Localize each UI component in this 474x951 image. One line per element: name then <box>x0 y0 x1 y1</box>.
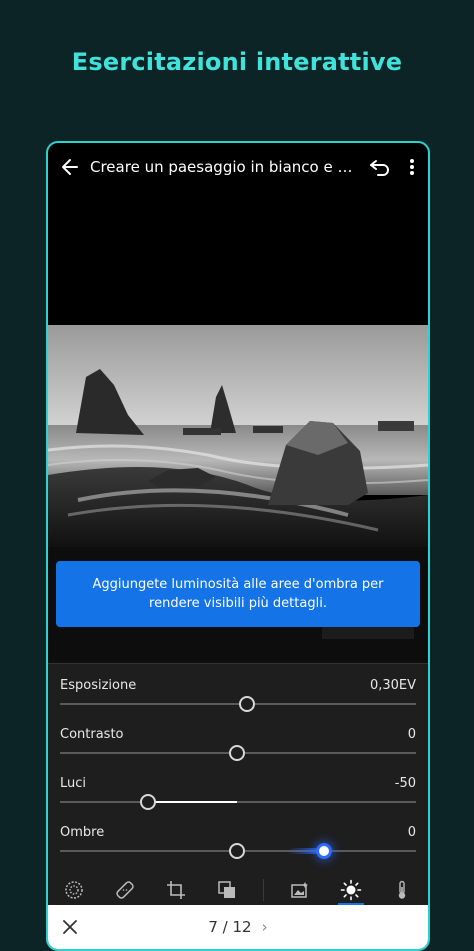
edit-toolbar <box>48 875 428 905</box>
undo-button[interactable] <box>364 157 396 177</box>
slider-value: 0 <box>407 825 416 840</box>
crop-icon <box>166 881 185 899</box>
more-vertical-icon <box>410 159 414 175</box>
presets-icon <box>64 881 83 899</box>
slider-label: Contrasto <box>60 727 124 742</box>
slider-label: Esposizione <box>60 678 137 693</box>
more-options-button[interactable] <box>396 158 428 176</box>
top-app-bar: Creare un paesaggio in bianco e ne... <box>48 143 428 191</box>
next-step-chevron-icon[interactable]: › <box>262 918 268 936</box>
slider-knob[interactable] <box>140 794 156 810</box>
slider-label: Luci <box>60 776 87 791</box>
healing-icon <box>115 881 134 899</box>
tool-photo[interactable] <box>285 876 315 904</box>
toolbar-divider <box>263 879 265 901</box>
photo-icon <box>291 882 309 898</box>
slider-highlights[interactable]: Luci -50 <box>60 776 416 820</box>
close-icon <box>63 920 77 934</box>
undo-icon <box>370 160 389 176</box>
tutorial-bottom-bar: 7 / 12 › <box>48 905 428 949</box>
tool-light[interactable] <box>336 876 366 905</box>
step-pager: 7 / 12 › <box>92 918 384 936</box>
tutorial-title: Creare un paesaggio in bianco e ne... <box>90 158 364 176</box>
light-icon <box>341 879 362 901</box>
slider-exposure[interactable]: Esposizione 0,30EV <box>60 678 416 722</box>
close-tutorial-button[interactable] <box>48 920 92 934</box>
slider-track[interactable] <box>60 801 416 803</box>
tutorial-tooltip: Aggiungete luminosità alle aree d'ombra … <box>56 561 420 627</box>
tool-presets[interactable] <box>59 876 89 904</box>
slider-contrast[interactable]: Contrasto 0 <box>60 727 416 771</box>
slider-knob[interactable] <box>239 696 255 712</box>
tool-masking[interactable] <box>212 876 242 904</box>
slider-track[interactable] <box>60 703 416 705</box>
slider-knob[interactable] <box>229 843 245 859</box>
tool-crop[interactable] <box>161 876 191 904</box>
page-headline: Esercitazioni interattive <box>71 48 403 76</box>
slider-value: -50 <box>394 776 416 791</box>
photo-canvas[interactable] <box>48 325 428 547</box>
step-counter: 7 / 12 <box>208 918 252 936</box>
arrow-left-icon <box>62 159 78 175</box>
phone-frame: Creare un paesaggio in bianco e ne... Ag… <box>46 141 430 951</box>
masking-icon <box>218 881 235 898</box>
slider-value: 0,30EV <box>369 678 416 693</box>
tool-healing[interactable] <box>110 876 140 904</box>
back-button[interactable] <box>50 157 90 177</box>
landscape-photo <box>48 325 428 547</box>
gesture-hint-dot <box>319 846 329 856</box>
slider-label: Ombre <box>60 825 105 840</box>
light-panel: Esposizione 0,30EV Contrasto 0 Luci -50 … <box>48 663 428 876</box>
slider-knob[interactable] <box>229 745 245 761</box>
tool-color[interactable] <box>387 876 417 904</box>
slider-fill <box>148 801 237 803</box>
thermometer-icon <box>399 880 406 899</box>
slider-shadows[interactable]: Ombre 0 <box>60 825 416 869</box>
slider-value: 0 <box>407 727 416 742</box>
